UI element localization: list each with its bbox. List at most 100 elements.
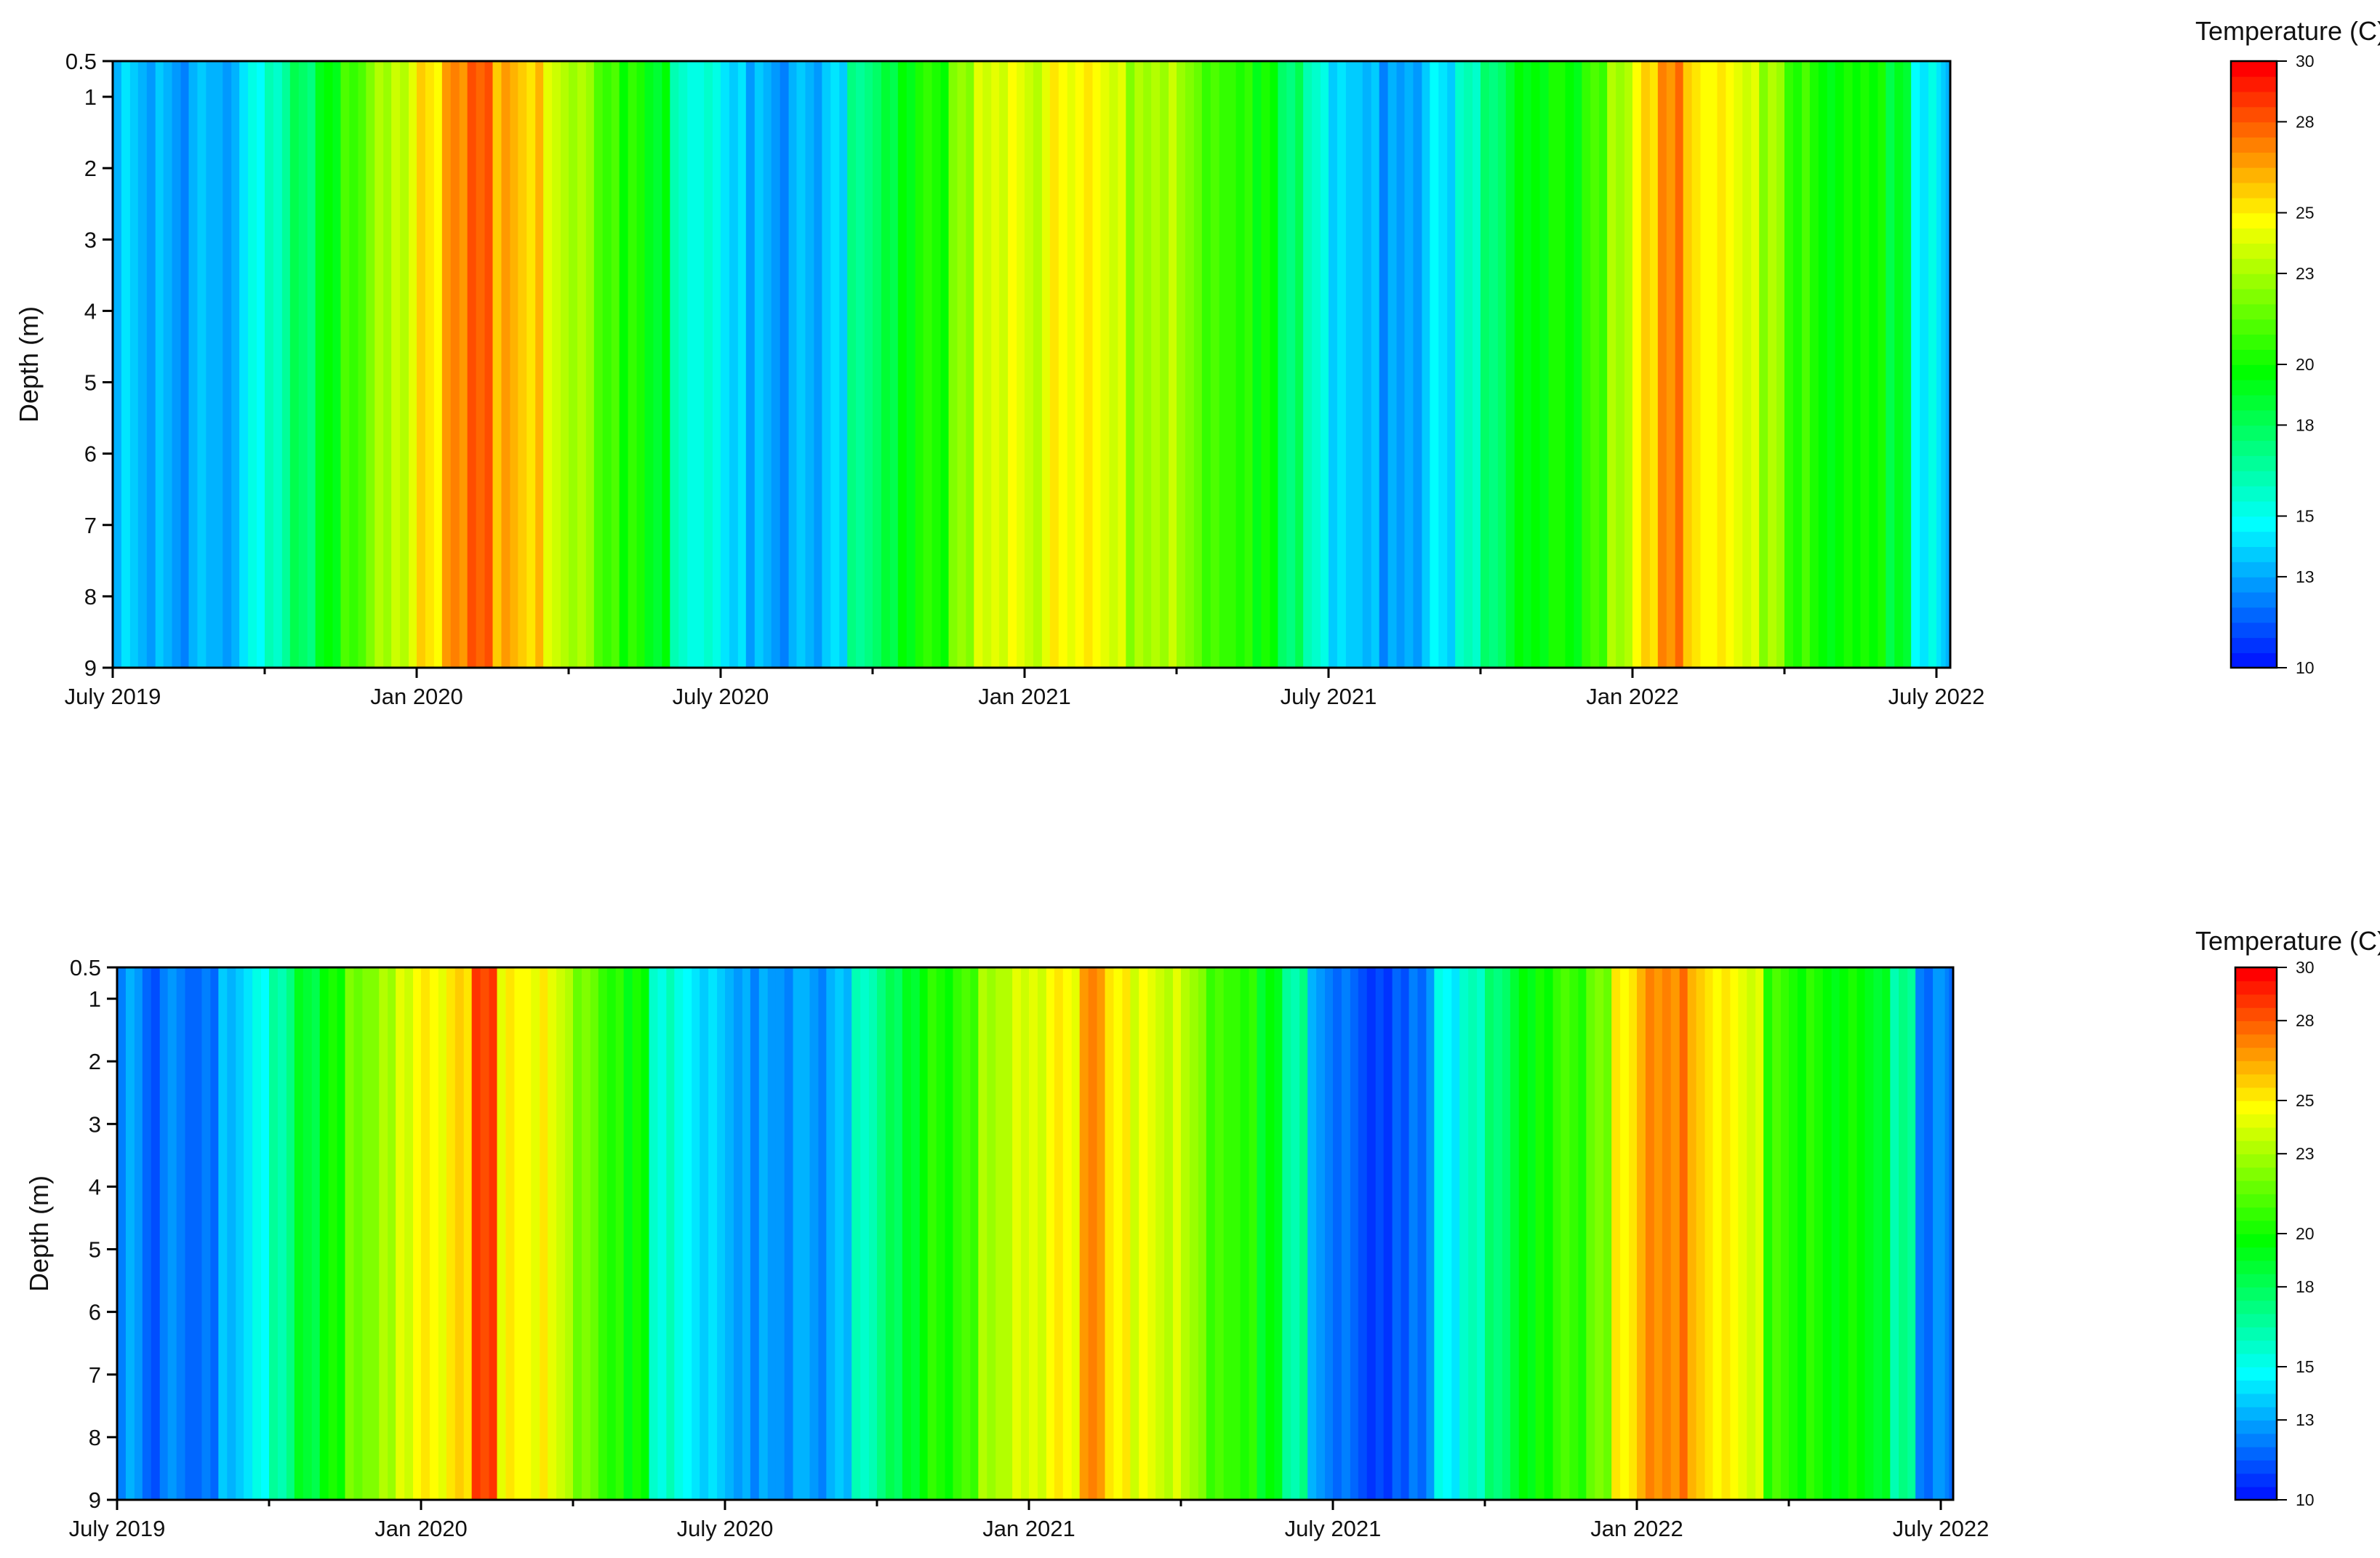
colorbar-title: Temperature (C)	[2195, 926, 2380, 956]
heatmap-cell	[1726, 61, 1736, 668]
heatmap-cell	[1210, 61, 1220, 668]
heatmap-cell	[180, 61, 191, 668]
heatmap-cell	[379, 967, 389, 1500]
heatmap-cell	[239, 61, 249, 668]
heatmap-cell	[425, 61, 435, 668]
heatmap-cell	[1037, 967, 1047, 1500]
heatmap-cell	[125, 967, 135, 1500]
heatmap-cell	[1235, 61, 1246, 668]
heatmap-cell	[176, 967, 186, 1500]
heatmap-cell	[877, 967, 886, 1500]
colorbar-band	[2235, 1380, 2277, 1394]
colorbar-band	[2235, 1074, 2277, 1088]
heatmap-cell	[1206, 967, 1216, 1500]
heatmap-cell	[1730, 967, 1740, 1500]
heatmap-cell	[1809, 61, 1819, 668]
colorbar-tick-label: 20	[2296, 1224, 2315, 1243]
heatmap-cell	[277, 967, 287, 1500]
heatmap-cell	[1113, 967, 1123, 1500]
heatmap-cell	[404, 967, 414, 1500]
heatmap-cell	[745, 61, 756, 668]
x-tick-label: Jan 2021	[982, 1516, 1075, 1541]
colorbar-band	[2235, 1313, 2277, 1327]
heatmap-cell	[1088, 967, 1098, 1500]
heatmap-cell	[1312, 61, 1321, 668]
heatmap-cell	[489, 967, 499, 1500]
colorbar-band	[2235, 1300, 2277, 1314]
heatmap-cell	[919, 967, 929, 1500]
heatmap-cell	[289, 61, 300, 668]
heatmap-cell	[687, 61, 697, 668]
heatmap-cell	[1303, 61, 1313, 668]
heatmap-cell	[775, 967, 785, 1500]
heatmap-cell	[1189, 967, 1199, 1500]
heatmap-cell	[1185, 61, 1195, 668]
heatmap-cell	[581, 967, 591, 1500]
heatmap-cell	[1629, 967, 1638, 1500]
y-tick-label: 3	[84, 227, 97, 252]
heatmap-cell	[1214, 967, 1225, 1500]
heatmap-cell	[159, 967, 169, 1500]
colorbar-band	[2231, 349, 2277, 365]
heatmap-cell	[1321, 61, 1330, 668]
colorbar-band	[2235, 1087, 2277, 1101]
heatmap-cell	[927, 967, 937, 1500]
heatmap-cell	[1616, 61, 1625, 668]
colorbar-band	[2235, 1353, 2277, 1367]
heatmap-cell	[1464, 61, 1473, 668]
heatmap-cell	[1928, 61, 1938, 668]
heatmap-cell	[1944, 967, 1950, 1500]
heatmap-cell	[223, 61, 233, 668]
heatmap-cell	[1430, 61, 1440, 668]
colorbar-band	[2231, 273, 2277, 289]
heatmap-cell	[1295, 61, 1305, 668]
colorbar-band	[2235, 1220, 2277, 1234]
heatmap-cell	[1130, 967, 1140, 1500]
x-tick-label: July 2020	[673, 684, 769, 709]
heatmap-cell	[1907, 967, 1917, 1500]
heatmap-cell	[1169, 61, 1178, 668]
heatmap-cell	[780, 61, 790, 668]
heatmap-cell	[999, 61, 1009, 668]
heatmap-cell	[1083, 61, 1094, 668]
heatmap-cell	[1392, 967, 1402, 1500]
heatmap-cell	[522, 967, 532, 1500]
colorbar-band	[2235, 967, 2277, 982]
heatmap-cell	[839, 61, 849, 668]
y-axis-label: Depth (m)	[14, 306, 44, 423]
heatmap-cell	[1864, 967, 1875, 1500]
heatmap-cell	[1109, 61, 1119, 668]
heatmap-cell	[526, 61, 537, 668]
colorbar-band	[2235, 1007, 2277, 1021]
heatmap-cell	[1781, 967, 1790, 1500]
heatmap-panel-2: 0.5 1 2 3 4 5 6 7 8 9 Depth (m) July 2019 Jan 2020 Ju…	[24, 955, 1989, 1541]
heatmap-cell	[1569, 967, 1579, 1500]
heatmap-cell	[1358, 967, 1368, 1500]
heatmap-cell	[388, 967, 397, 1500]
heatmap-cell	[172, 61, 182, 668]
colorbar-band	[2231, 516, 2277, 532]
colorbar-band	[2235, 1287, 2277, 1301]
heatmap-cell	[1620, 967, 1630, 1500]
heatmap-cell	[1155, 967, 1165, 1500]
heatmap-cell	[873, 61, 882, 668]
heatmap-cell	[1366, 967, 1377, 1500]
heatmap-cell	[1274, 967, 1284, 1500]
colorbar-band	[2235, 1473, 2277, 1487]
heatmap-cell	[953, 967, 963, 1500]
heatmap-cell	[366, 61, 376, 668]
colorbar-band	[2231, 76, 2277, 92]
heatmap-cell	[1409, 967, 1419, 1500]
heatmap-cell	[1712, 967, 1723, 1500]
heatmap-cell	[1160, 61, 1169, 668]
heatmap-cell	[708, 967, 718, 1500]
heatmap-cell	[471, 967, 481, 1500]
heatmap-cell	[1915, 967, 1925, 1500]
colorbar-band	[2231, 652, 2277, 668]
heatmap-cell	[227, 967, 237, 1500]
heatmap-cell	[383, 61, 393, 668]
heatmap-cell	[1201, 61, 1211, 668]
y-tick-label: 7	[84, 513, 97, 538]
y-tick-label: 6	[89, 1300, 101, 1325]
heatmap-cell	[1514, 61, 1524, 668]
